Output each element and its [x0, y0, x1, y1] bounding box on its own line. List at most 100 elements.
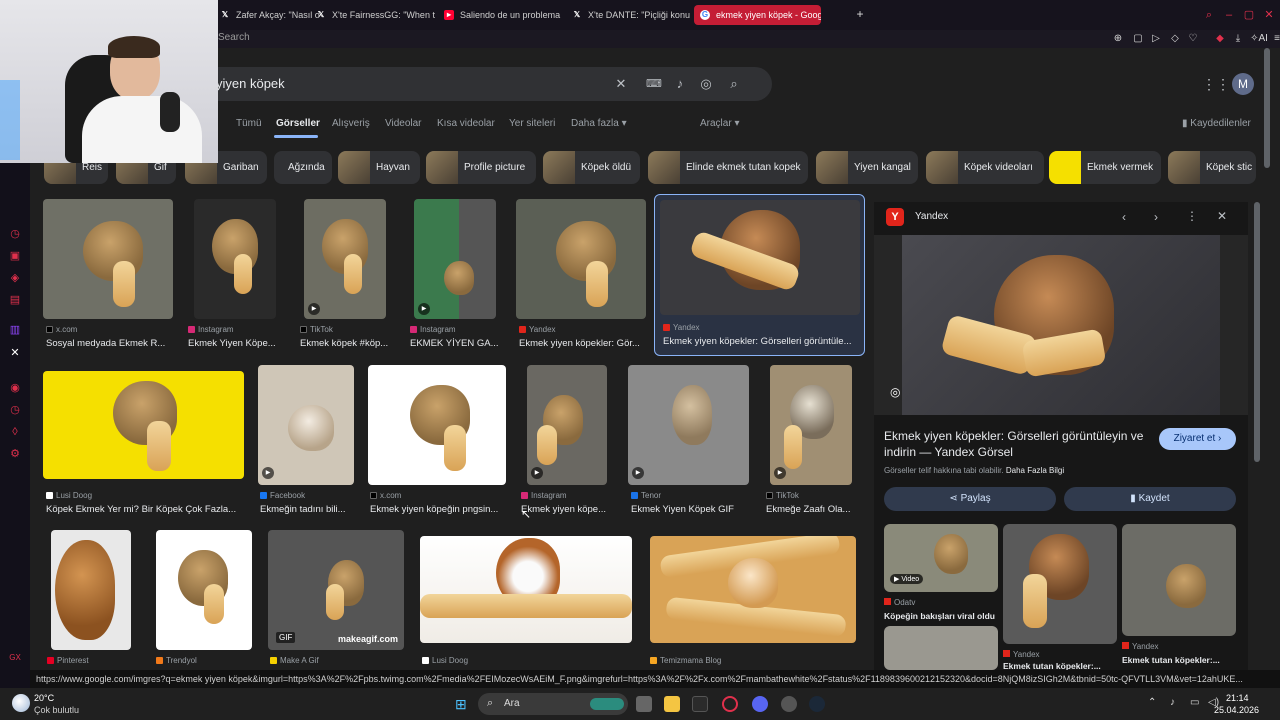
tab-4-active[interactable]: Gekmek yiyen köpek - Goog [694, 5, 821, 25]
result-caption[interactable]: Ekmek yiyen köpe... [521, 504, 613, 515]
history-icon[interactable]: ◷ [7, 226, 23, 242]
related-caption[interactable]: Köpeğin bakışları viral oldu [884, 611, 995, 621]
keyboard-icon[interactable]: ⌨ [646, 76, 662, 92]
next-arrow-icon[interactable]: › [1154, 210, 1158, 224]
panel-scrollbar[interactable] [1254, 202, 1260, 462]
clock-icon[interactable]: ◷ [7, 402, 23, 418]
weather-temp[interactable]: 20°C [34, 693, 54, 703]
tab-short-videos[interactable]: Kısa videolar [437, 118, 495, 129]
chip-kopek-videolari[interactable]: Köpek videoları [926, 151, 1044, 184]
taskbar-search[interactable]: ⌕ Ara [478, 693, 628, 715]
mic-icon[interactable]: ♪ [672, 76, 688, 92]
related-image[interactable] [1122, 524, 1236, 636]
windows-start-icon[interactable]: ⊞ [455, 696, 471, 712]
result-image[interactable] [660, 200, 860, 315]
result-caption[interactable]: Ekmek yiyen köpekler: Gör... [519, 338, 645, 349]
settings-icon[interactable]: ⚙ [7, 446, 23, 462]
tab-images[interactable]: Görseller [276, 118, 320, 129]
weather-icon[interactable] [12, 694, 30, 712]
result-image[interactable] [51, 530, 131, 650]
lens-search-icon[interactable]: ◎ [890, 385, 900, 399]
result-caption[interactable]: Ekmek köpek #köp... [300, 338, 396, 349]
twitch-icon[interactable]: ▥ [7, 322, 23, 338]
result-image[interactable] [43, 371, 244, 479]
result-image[interactable]: ▶ [304, 199, 386, 319]
panel-source[interactable]: Yandex [915, 211, 948, 222]
result-caption[interactable]: Ekmek Yiyen Köpe... [188, 338, 284, 349]
related-caption[interactable]: Ekmek tutan köpekler:... [1003, 661, 1101, 670]
tab-more[interactable]: Daha fazla ▾ [571, 118, 627, 129]
play-circle-icon[interactable]: ◉ [7, 380, 23, 396]
ai-icon[interactable]: ✧AI [1249, 33, 1269, 45]
chip-kopek-oldu[interactable]: Köpek öldü [543, 151, 640, 184]
clear-icon[interactable]: ✕ [613, 76, 629, 92]
tab-3[interactable]: 𝕏 X'te DANTE: "Piçliği konu [566, 5, 691, 25]
result-image[interactable] [194, 199, 276, 319]
play-icon[interactable]: ▷ [1150, 33, 1162, 45]
result-caption[interactable]: Ekmeğe Zaafı Ola... [766, 504, 862, 515]
chip-hayvan[interactable]: Hayvan [338, 151, 420, 184]
address-placeholder[interactable]: Search [218, 32, 250, 43]
tab-1[interactable]: 𝕏 X'te FairnessGG: "When t [310, 5, 435, 25]
chip-agzinda[interactable]: Ağzında [274, 151, 332, 184]
file-explorer-icon[interactable] [664, 696, 680, 712]
cube-icon[interactable]: ◆ [1214, 33, 1226, 45]
result-image[interactable] [156, 530, 252, 650]
preview-image[interactable]: ◎ [874, 235, 1248, 415]
new-tab-button[interactable]: + [854, 8, 866, 20]
chip-yiyen-kangal[interactable]: Yiyen kangal [816, 151, 918, 184]
clock-time[interactable]: 21:14 [1226, 693, 1249, 703]
related-image[interactable] [884, 626, 998, 670]
snapshot-icon[interactable]: ▢ [1132, 33, 1144, 45]
more-options-icon[interactable]: ⋮ [1186, 209, 1198, 223]
result-caption[interactable]: Ekmeğin tadını bili... [260, 504, 356, 515]
chip-profile-picture[interactable]: Profile picture [426, 151, 536, 184]
messenger-icon[interactable]: ▤ [7, 292, 23, 308]
lens-icon[interactable]: ◎ [698, 76, 714, 92]
close-panel-icon[interactable]: ✕ [1217, 209, 1227, 223]
download-icon[interactable]: ⤓ [1232, 33, 1244, 45]
result-image[interactable]: ▶ [258, 365, 354, 485]
x-app-icon[interactable]: ✕ [7, 345, 23, 361]
tab-websites[interactable]: Yer siteleri [509, 118, 555, 129]
search-input[interactable]: yiyen köpek [216, 76, 285, 91]
close-button[interactable]: ✕ [1263, 9, 1275, 21]
network-icon[interactable]: ▭ [1190, 697, 1199, 708]
tab-2[interactable]: ▸ Saliendo de un problema p [438, 5, 563, 25]
apps-grid-icon[interactable]: ⋮⋮ [1202, 76, 1230, 92]
result-image[interactable]: ▶ [414, 199, 496, 319]
save-button[interactable]: ▮ Kaydet [1064, 487, 1236, 511]
related-caption[interactable]: Ekmek tutan köpekler:... [1122, 655, 1220, 665]
maximize-button[interactable]: ▢ [1243, 9, 1255, 21]
result-image[interactable] [420, 536, 632, 643]
heart-icon[interactable]: ♡ [1187, 33, 1199, 45]
share-button[interactable]: ⋖ Paylaş [884, 487, 1056, 511]
search-tabs-icon[interactable]: ⌕ [1203, 9, 1215, 21]
tab-shopping[interactable]: Alışveriş [332, 118, 370, 129]
discord-icon[interactable] [752, 696, 768, 712]
result-image[interactable] [43, 199, 173, 319]
visit-button[interactable]: Ziyaret et › [1159, 428, 1236, 450]
search-icon[interactable]: ⌕ [726, 76, 742, 92]
result-image[interactable]: ▶ [527, 365, 607, 485]
task-view-icon[interactable] [636, 696, 652, 712]
opera-gx-icon[interactable] [722, 696, 738, 712]
tab-videos[interactable]: Videolar [385, 118, 422, 129]
page-scrollbar[interactable] [1264, 48, 1270, 168]
prev-arrow-icon[interactable]: ‹ [1122, 210, 1126, 224]
result-caption[interactable]: EKMEK YİYEN GA... [410, 338, 506, 349]
tray-chevron-icon[interactable]: ⌃ [1148, 697, 1156, 708]
panel-title[interactable]: Ekmek yiyen köpekler: Görselleri görüntü… [884, 428, 1154, 460]
result-image[interactable] [650, 536, 856, 643]
shield-icon[interactable]: ◇ [1169, 33, 1181, 45]
mic-tray-icon[interactable]: ♪ [1170, 697, 1175, 708]
player-icon[interactable]: ◈ [7, 270, 23, 286]
result-image[interactable]: ▶ [770, 365, 852, 485]
result-image[interactable] [516, 199, 646, 319]
result-caption[interactable]: Ekmek Yiyen Köpek GIF [631, 504, 749, 515]
menu-icon[interactable]: ≡ [1271, 33, 1280, 45]
minimize-button[interactable]: – [1223, 9, 1235, 21]
avatar[interactable]: M [1232, 73, 1254, 95]
weather-desc[interactable]: Çok bulutlu [34, 705, 79, 715]
saved-link[interactable]: ▮ Kaydedilenler [1182, 118, 1251, 129]
